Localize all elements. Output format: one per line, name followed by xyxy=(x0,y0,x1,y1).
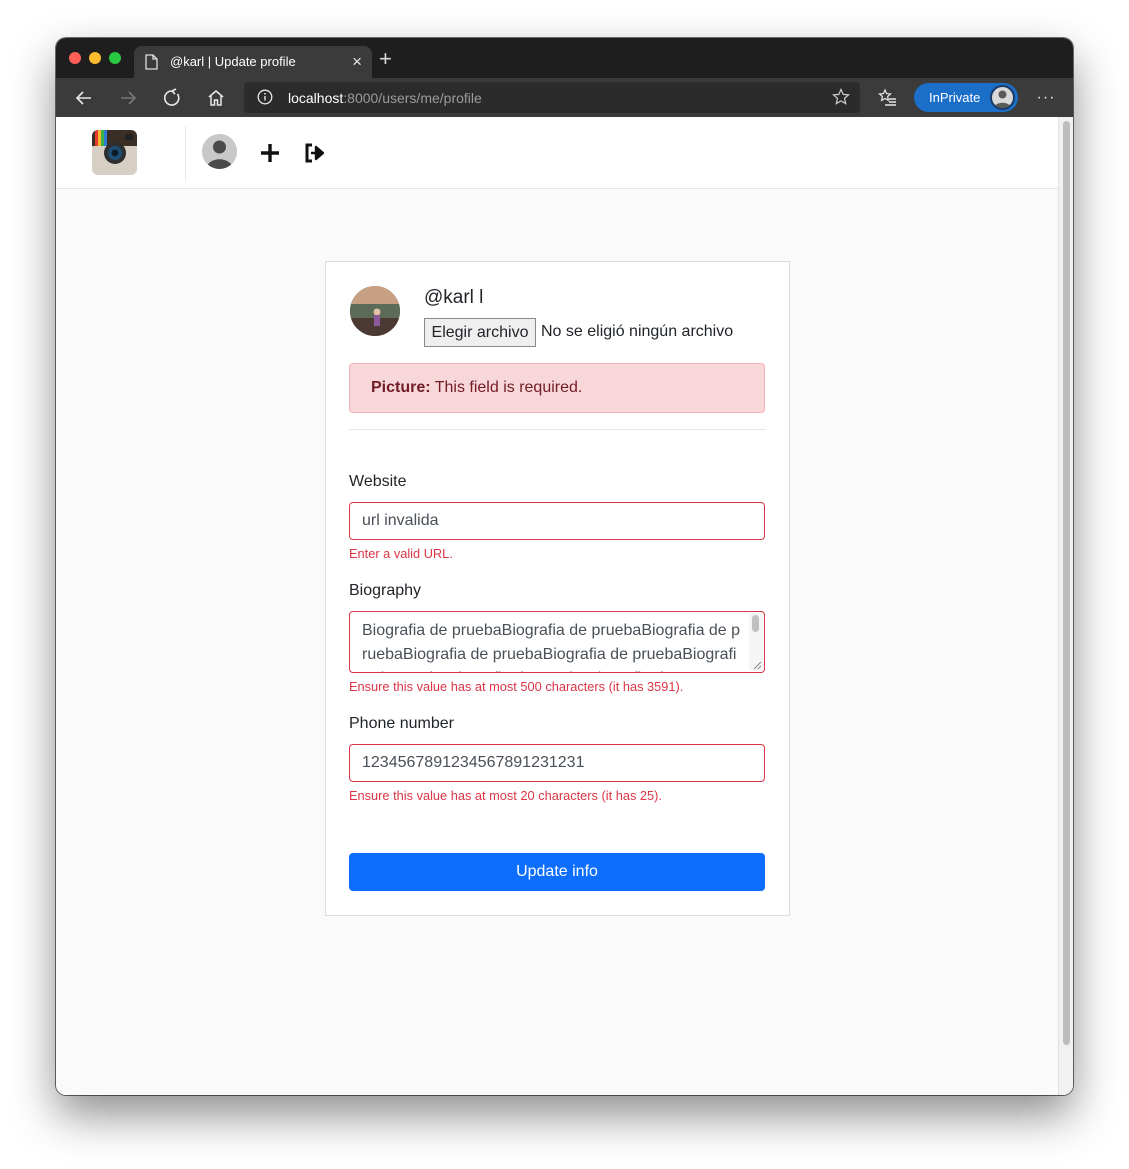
reload-icon xyxy=(164,88,180,106)
alert-field-name: Picture: xyxy=(371,379,431,396)
profile-avatar[interactable] xyxy=(990,85,1015,110)
sign-out-icon[interactable] xyxy=(303,142,327,164)
forward-button[interactable] xyxy=(116,86,140,110)
file-status-text: No se eligió ningún archivo xyxy=(541,323,734,340)
page-scrollbar[interactable] xyxy=(1058,117,1073,1095)
browser-toolbar: localhost:8000/users/me/profile InPrivat… xyxy=(56,78,1073,117)
picture-error-alert: Picture: This field is required. xyxy=(349,363,765,413)
zoom-window-button[interactable] xyxy=(109,52,121,64)
reload-button[interactable] xyxy=(160,86,184,110)
username-heading: @karl l xyxy=(424,287,484,308)
nav-avatar[interactable] xyxy=(202,134,237,169)
app-navbar xyxy=(56,117,1058,189)
tab-close-button[interactable]: × xyxy=(352,52,362,72)
inprivate-label: InPrivate xyxy=(929,90,981,105)
new-tab-button[interactable]: + xyxy=(379,46,392,72)
plus-icon[interactable] xyxy=(259,142,281,164)
camera-logo-icon xyxy=(92,130,137,175)
biography-label: Biography xyxy=(349,582,422,599)
phone-input[interactable]: 1234567891234567891231231 xyxy=(349,744,765,782)
resize-grip-icon[interactable] xyxy=(752,660,762,670)
info-icon[interactable] xyxy=(257,89,273,105)
url-path: :8000/users/me/profile xyxy=(343,90,482,106)
favorites-icon xyxy=(878,88,896,106)
url-text: localhost:8000/users/me/profile xyxy=(288,90,482,106)
url-host: localhost xyxy=(288,90,344,106)
alert-detail: This field is required. xyxy=(430,379,583,396)
page-scroll-thumb[interactable] xyxy=(1063,121,1070,1045)
instagram-logo[interactable] xyxy=(92,130,137,175)
tab-strip: @karl | Update profile × + xyxy=(56,38,1073,78)
address-bar[interactable]: localhost:8000/users/me/profile xyxy=(244,82,860,113)
website-input[interactable]: url invalida xyxy=(349,502,765,540)
profile-form-card: @karl l Elegir archivo No se eligió ning… xyxy=(325,261,790,916)
choose-file-button[interactable]: Elegir archivo xyxy=(424,318,536,347)
back-button[interactable] xyxy=(72,86,96,110)
default-avatar-icon xyxy=(202,134,237,169)
alert-message: Picture: This field is required. xyxy=(371,379,582,397)
person-icon xyxy=(994,90,1011,108)
website-value: url invalida xyxy=(362,512,439,529)
tab-title: @karl | Update profile xyxy=(170,54,296,69)
biography-value: Biografia de pruebaBiografia de pruebaBi… xyxy=(362,622,741,672)
document-icon xyxy=(145,54,158,70)
nav-divider xyxy=(185,126,186,181)
inprivate-badge[interactable]: InPrivate xyxy=(914,83,1018,112)
more-menu-button[interactable]: ··· xyxy=(1034,86,1058,110)
profile-picture xyxy=(350,286,400,336)
divider xyxy=(349,429,766,430)
minimize-window-button[interactable] xyxy=(89,52,101,64)
profile-photo-icon xyxy=(350,286,400,336)
tab-active[interactable]: @karl | Update profile × xyxy=(134,46,372,78)
phone-label: Phone number xyxy=(349,715,454,732)
biography-error: Ensure this value has at most 500 charac… xyxy=(349,679,684,694)
phone-error: Ensure this value has at most 20 charact… xyxy=(349,788,662,803)
home-icon xyxy=(208,90,224,106)
favorites-button[interactable] xyxy=(876,86,900,110)
arrow-right-icon xyxy=(121,91,137,105)
website-label: Website xyxy=(349,473,407,490)
biography-textarea[interactable]: Biografia de pruebaBiografia de pruebaBi… xyxy=(349,611,765,673)
star-icon[interactable] xyxy=(832,88,850,106)
browser-window: @karl | Update profile × + localhost:800… xyxy=(56,38,1073,1095)
arrow-left-icon xyxy=(75,91,91,105)
page-content: @karl l Elegir archivo No se eligió ning… xyxy=(56,117,1058,1095)
phone-value: 1234567891234567891231231 xyxy=(362,754,585,771)
website-error: Enter a valid URL. xyxy=(349,546,453,561)
textarea-scroll-thumb[interactable] xyxy=(752,615,759,632)
close-window-button[interactable] xyxy=(69,52,81,64)
home-button[interactable] xyxy=(204,86,228,110)
update-info-button[interactable]: Update info xyxy=(349,853,765,891)
